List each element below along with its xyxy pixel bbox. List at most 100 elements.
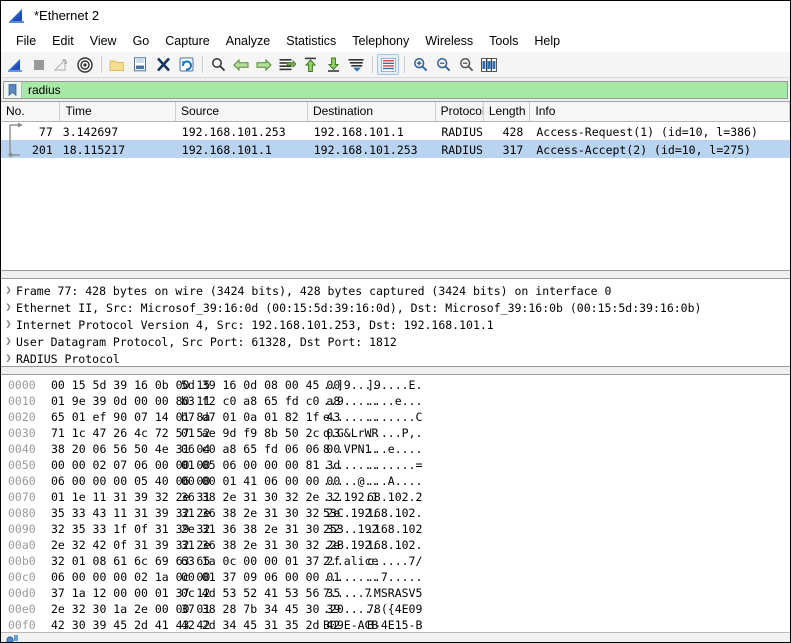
column-header-length[interactable]: Length — [484, 102, 531, 121]
splitter-list-detail[interactable] — [1, 270, 790, 279]
hex-offset: 00a0 — [8, 538, 36, 552]
reload-file-button[interactable] — [175, 54, 197, 75]
hex-bytes-right: 31 36 38 2e 31 30 32 2e — [181, 538, 341, 552]
menu-view[interactable]: View — [82, 32, 125, 50]
go-last-packet-icon — [327, 57, 339, 72]
table-row[interactable]: 201 18.115217 192.168.101.1 192.168.101.… — [1, 140, 790, 158]
cell-time: 3.142697 — [62, 124, 119, 139]
chevron-right-icon[interactable]: ❯ — [1, 353, 16, 364]
hex-offset: 0080 — [8, 506, 36, 520]
detail-row-radius[interactable]: ❯ RADIUS Protocol — [1, 350, 790, 366]
chevron-right-icon[interactable]: ❯ — [1, 336, 16, 347]
column-header-no[interactable]: No. — [1, 102, 61, 121]
hex-row[interactable]: 00f0 42 30 39 45 2d 41 43 42 42 2d 34 45… — [1, 617, 790, 632]
hex-offset: 00e0 — [8, 602, 36, 616]
menu-go[interactable]: Go — [125, 32, 158, 50]
hex-bytes-left: 42 30 39 45 2d 41 43 42 — [51, 618, 211, 632]
hex-row[interactable]: 0070 01 1e 11 31 39 32 2e 31 36 38 2e 31… — [1, 489, 790, 505]
hex-row[interactable]: 00c0 06 00 00 00 02 1a 0c 00 00 01 37 09… — [1, 569, 790, 585]
display-filter-input[interactable]: radius — [3, 80, 788, 99]
find-packet-button[interactable] — [207, 54, 229, 75]
main-toolbar — [1, 52, 790, 78]
capture-options-icon — [77, 56, 93, 73]
detail-row-ipv4[interactable]: ❯ Internet Protocol Version 4, Src: 192.… — [1, 316, 790, 333]
hex-offset: 0000 — [8, 378, 36, 392]
restart-capture-icon — [54, 58, 67, 71]
menu-analyze[interactable]: Analyze — [218, 32, 278, 50]
hex-row[interactable]: 0060 06 00 00 00 05 40 06 00 00 00 01 41… — [1, 473, 790, 489]
hex-bytes-right: 2e 31 36 38 2e 31 30 32 — [181, 522, 341, 536]
cell-time: 18.115217 — [62, 142, 126, 157]
colorize-packets-button[interactable] — [377, 54, 399, 75]
packet-bytes-pane[interactable]: 0000 00 15 5d 39 16 0b 00 15 5d 39 16 0d… — [1, 375, 790, 632]
go-to-packet-button[interactable] — [276, 54, 298, 75]
open-file-button[interactable] — [106, 54, 128, 75]
menu-capture[interactable]: Capture — [157, 32, 217, 50]
capture-options-button[interactable] — [74, 54, 96, 75]
hex-bytes-left: 35 33 43 11 31 39 32 2e — [51, 506, 211, 520]
hex-row[interactable]: 0020 65 01 ef 90 07 14 01 8a b7 d7 01 0a… — [1, 409, 790, 425]
open-file-icon — [109, 60, 124, 71]
hex-row[interactable]: 0000 00 15 5d 39 16 0b 00 15 5d 39 16 0d… — [1, 377, 790, 393]
packet-detail-pane[interactable]: ❯ Frame 77: 428 bytes on wire (3424 bits… — [1, 279, 790, 366]
menu-edit[interactable]: Edit — [44, 32, 82, 50]
close-file-button[interactable] — [152, 54, 174, 75]
splitter-detail-bytes[interactable] — [1, 366, 790, 375]
column-header-protocol[interactable]: Protocol — [436, 102, 484, 121]
menu-file[interactable]: File — [8, 32, 44, 50]
hex-row[interactable]: 00a0 2e 32 42 0f 31 39 32 2e 31 36 38 2e… — [1, 537, 790, 553]
hex-row[interactable]: 0090 32 35 33 1f 0f 31 39 32 2e 31 36 38… — [1, 521, 790, 537]
menu-telephony[interactable]: Telephony — [344, 32, 417, 50]
hex-row[interactable]: 00d0 37 1a 12 00 00 01 37 12 0c 4d 53 52… — [1, 585, 790, 601]
cell-source: 192.168.101.253 — [181, 124, 286, 139]
detail-row-udp[interactable]: ❯ User Datagram Protocol, Src Port: 6132… — [1, 333, 790, 350]
packet-list-body[interactable]: 77 3.142697 192.168.101.253 192.168.101.… — [1, 122, 790, 270]
menu-wireless[interactable]: Wireless — [417, 32, 481, 50]
go-last-packet-button[interactable] — [322, 54, 344, 75]
filter-bookmark-icon[interactable] — [4, 81, 22, 98]
stop-capture-button[interactable] — [28, 54, 50, 75]
column-header-time[interactable]: Time — [60, 102, 177, 121]
restart-capture-button[interactable] — [51, 54, 73, 75]
hex-ascii-left: e....... — [323, 410, 379, 424]
hex-bytes-left: 00 15 5d 39 16 0b 00 15 — [51, 378, 211, 392]
hex-offset: 0010 — [8, 394, 36, 408]
go-first-packet-button[interactable] — [299, 54, 321, 75]
detail-row-ethernet[interactable]: ❯ Ethernet II, Src: Microsof_39:16:0d (0… — [1, 299, 790, 316]
menu-bar: File Edit View Go Capture Analyze Statis… — [1, 30, 790, 52]
menu-tools[interactable]: Tools — [481, 32, 526, 50]
start-capture-button[interactable] — [5, 54, 27, 75]
column-header-source[interactable]: Source — [176, 102, 308, 121]
menu-statistics[interactable]: Statistics — [278, 32, 344, 50]
start-capture-icon — [8, 58, 22, 72]
save-file-button[interactable] — [129, 54, 151, 75]
hex-ascii-right: .......C — [367, 410, 423, 424]
hex-offset: 0050 — [8, 458, 36, 472]
column-header-info[interactable]: Info — [530, 102, 790, 121]
hex-row[interactable]: 00b0 32 01 08 61 6c 69 63 65 63 1a 0c 00… — [1, 553, 790, 569]
column-header-destination[interactable]: Destination — [308, 102, 436, 121]
hex-row[interactable]: 0050 00 00 02 07 06 00 00 00 01 05 06 00… — [1, 457, 790, 473]
chevron-right-icon[interactable]: ❯ — [1, 285, 16, 296]
hex-row[interactable]: 00e0 2e 32 30 1a 2e 00 00 01 37 38 28 7b… — [1, 601, 790, 617]
hex-bytes-left: 2e 32 30 1a 2e 00 00 01 — [51, 602, 211, 616]
hex-row[interactable]: 0030 71 1c 47 26 4c 72 57 52 01 ae 9d f9… — [1, 425, 790, 441]
packet-list-pane[interactable]: No. Time Source Destination Protocol Len… — [1, 101, 790, 270]
hex-row[interactable]: 0040 38 20 06 56 50 4e 31 04 06 c0 a8 65… — [1, 441, 790, 457]
hex-row[interactable]: 0080 35 33 43 11 31 39 32 2e 31 36 38 2e… — [1, 505, 790, 521]
go-back-button[interactable] — [230, 54, 252, 75]
zoom-in-button[interactable] — [409, 54, 431, 75]
resize-columns-button[interactable] — [478, 54, 500, 75]
chevron-right-icon[interactable]: ❯ — [1, 302, 16, 313]
go-forward-button[interactable] — [253, 54, 275, 75]
hex-row[interactable]: 0010 01 9e 39 0d 00 00 80 11 b3 f2 c0 a8… — [1, 393, 790, 409]
detail-row-frame[interactable]: ❯ Frame 77: 428 bytes on wire (3424 bits… — [1, 282, 790, 299]
chevron-right-icon[interactable]: ❯ — [1, 319, 16, 330]
zoom-reset-button[interactable] — [455, 54, 477, 75]
expert-info-icon[interactable] — [5, 633, 19, 642]
zoom-out-button[interactable] — [432, 54, 454, 75]
auto-scroll-button[interactable] — [345, 54, 367, 75]
menu-help[interactable]: Help — [526, 32, 568, 50]
hex-bytes-left: 37 1a 12 00 00 01 37 12 — [51, 586, 211, 600]
table-row[interactable]: 77 3.142697 192.168.101.253 192.168.101.… — [1, 122, 790, 140]
